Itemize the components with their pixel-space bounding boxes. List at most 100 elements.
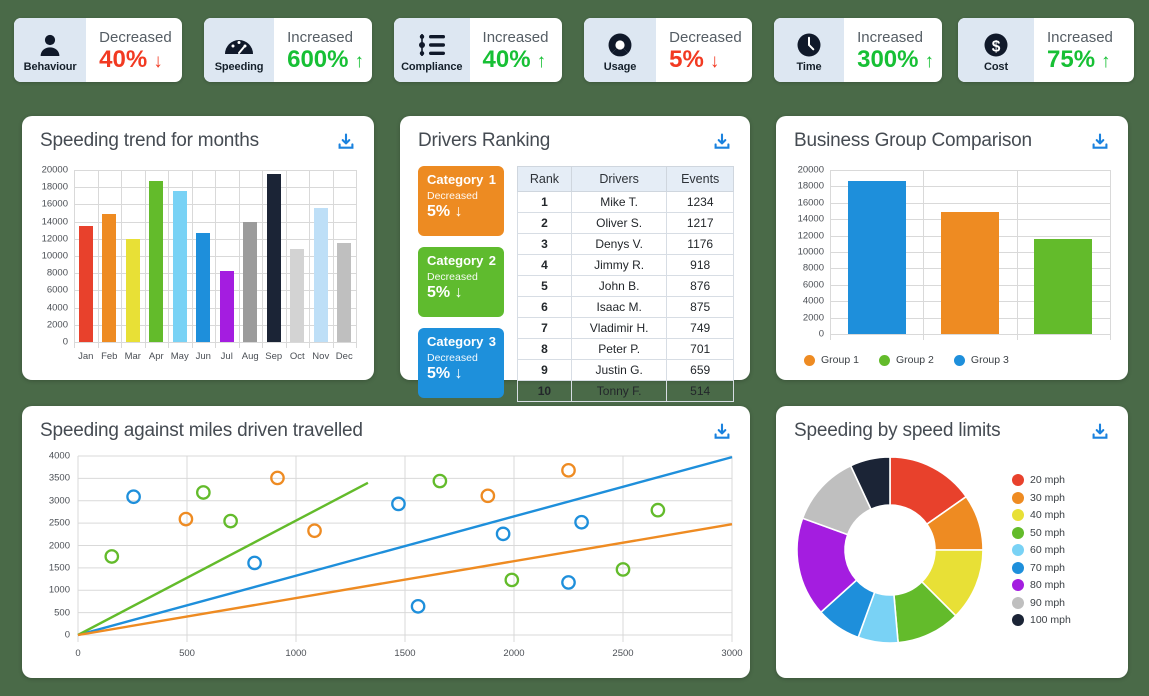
cell-driver: Oliver S. xyxy=(570,212,668,234)
legend-label: 80 mph xyxy=(1030,579,1066,591)
kpi-card-time[interactable]: Time Increased 300% ↑ xyxy=(774,18,942,82)
category-arrow-icon: ↓ xyxy=(454,284,463,301)
legend-item[interactable]: 40 mph xyxy=(1012,509,1071,521)
bar xyxy=(313,208,328,342)
scatter-point: Series green: (2660, 2790) xyxy=(650,502,666,518)
legend-color-swatch xyxy=(1012,491,1024,504)
cell-driver: John B. xyxy=(570,275,668,297)
category-badge[interactable]: Category 3 Decreased 5% ↓ xyxy=(418,328,504,398)
category-badge[interactable]: Category 2 Decreased 5% ↓ xyxy=(418,247,504,317)
bar xyxy=(125,239,140,342)
table-row[interactable]: 8 Peter P. 701 xyxy=(517,338,734,360)
piechart-icon xyxy=(607,31,633,59)
kpi-card-usage[interactable]: Usage Decreased 5% ↓ xyxy=(584,18,752,82)
y-axis-tick: 6000 xyxy=(46,284,68,296)
table-row[interactable]: 2 Oliver S. 1217 xyxy=(517,212,734,234)
kpi-value-row: 40% ↑ xyxy=(483,46,548,73)
scatter-point: Series green: (575, 3185) xyxy=(196,485,211,500)
legend-item[interactable]: 30 mph xyxy=(1012,491,1071,504)
scatter-point: Series blue: (1470, 2930) xyxy=(391,496,406,512)
y-axis-tick: 16000 xyxy=(797,197,824,209)
scatter-point: Series green: (1660, 3440) xyxy=(432,473,448,489)
table-row[interactable]: 7 Vladimir H. 749 xyxy=(517,317,734,339)
gridline xyxy=(215,170,216,348)
legend-item[interactable]: 60 mph xyxy=(1012,544,1071,556)
legend-color-swatch xyxy=(1012,579,1024,591)
x-axis-tick: Sep xyxy=(265,351,283,362)
legend-item[interactable]: Group 3 xyxy=(953,354,1009,366)
y-axis-tick: 20000 xyxy=(797,164,824,176)
legend-item[interactable]: 80 mph xyxy=(1012,579,1071,591)
cell-events: 701 xyxy=(666,338,734,360)
legend-item[interactable]: 70 mph xyxy=(1012,561,1071,574)
clock-icon xyxy=(796,31,822,59)
legend-color-swatch xyxy=(953,354,965,366)
scatter-point: Series orange: (1085, 2330) xyxy=(307,523,322,539)
kpi-card-behaviour[interactable]: Behaviour Decreased 40% ↓ xyxy=(14,18,182,82)
y-axis-tick: 0 xyxy=(64,629,70,641)
legend-item[interactable]: 50 mph xyxy=(1012,526,1071,539)
download-icon[interactable] xyxy=(1088,130,1112,154)
y-axis-tick: 16000 xyxy=(41,198,68,210)
kpi-body: Decreased 40% ↓ xyxy=(86,18,182,82)
x-axis-tick: Jun xyxy=(195,351,211,362)
category-index: 3 xyxy=(488,334,496,349)
gridline xyxy=(168,170,169,348)
table-row[interactable]: 10 Tonny F. 514 xyxy=(517,380,734,402)
table-row[interactable]: 4 Jimmy R. 918 xyxy=(517,254,734,276)
kpi-trend-word: Increased xyxy=(482,28,549,46)
gridline xyxy=(121,170,122,348)
kpi-arrow-icon: ↑ xyxy=(536,50,547,72)
legend-item[interactable]: 90 mph xyxy=(1012,596,1071,609)
cell-rank: 9 xyxy=(517,359,572,381)
chart-legend: Group 1 Group 2 Group 3 xyxy=(776,348,1128,366)
download-icon[interactable] xyxy=(710,130,734,154)
table-row[interactable]: 1 Mike T. 1234 xyxy=(517,191,734,213)
category-trend-word: Decreased xyxy=(427,190,478,202)
table-row[interactable]: 3 Denys V. 1176 xyxy=(517,233,734,255)
kpi-card-speeding[interactable]: Speeding Increased 600% ↑ xyxy=(204,18,372,82)
legend-item[interactable]: 100 mph xyxy=(1012,614,1071,626)
kpi-card-compliance[interactable]: Compliance Increased 40% ↑ xyxy=(394,18,562,82)
cell-driver: Denys V. xyxy=(570,233,668,255)
table-row[interactable]: 9 Justin G. 659 xyxy=(517,359,734,381)
download-icon[interactable] xyxy=(1088,420,1112,444)
cell-rank: 5 xyxy=(517,275,572,297)
page-title: Drivers Ranking xyxy=(418,130,551,151)
chart-legend: 20 mph 30 mph 40 mph 50 mph 60 mph 70 mph 80 m… xyxy=(1012,474,1071,626)
gridline xyxy=(144,170,146,348)
kpi-trend-word: Decreased xyxy=(99,28,172,46)
axis-line xyxy=(830,170,831,340)
legend-item[interactable]: Group 1 xyxy=(804,354,859,366)
kpi-body: Decreased 5% ↓ xyxy=(656,18,752,82)
column-header[interactable]: Drivers xyxy=(570,166,668,192)
kpi-card-cost[interactable]: $ Cost Increased 75% ↑ xyxy=(958,18,1134,82)
x-axis-tick: Oct xyxy=(289,351,305,362)
table-row[interactable]: 6 Isaac M. 875 xyxy=(517,296,734,318)
cell-rank: 3 xyxy=(517,233,572,255)
legend-item[interactable]: Group 2 xyxy=(878,354,934,366)
gridline xyxy=(191,170,193,348)
kpi-arrow-icon: ↑ xyxy=(354,50,364,72)
legend-label: 60 mph xyxy=(1030,544,1066,556)
category-badge[interactable]: Category 1 Decreased 5% ↓ xyxy=(418,166,504,236)
column-header[interactable]: Rank xyxy=(517,166,572,192)
table-row[interactable]: 5 John B. 876 xyxy=(517,275,734,297)
bar xyxy=(78,225,93,342)
cell-rank: 7 xyxy=(517,317,572,339)
y-axis-tick: 8000 xyxy=(46,267,68,279)
cell-rank: 8 xyxy=(517,338,572,360)
legend-label: 30 mph xyxy=(1030,491,1066,504)
column-header[interactable]: Events xyxy=(666,166,734,192)
y-axis-tick: 18000 xyxy=(41,181,68,193)
kpi-trend-word: Increased xyxy=(287,28,353,46)
speeding-miles-panel: Speeding against miles driven travelled … xyxy=(22,406,750,678)
kpi-arrow-icon: ↓ xyxy=(709,50,720,72)
download-icon[interactable] xyxy=(334,130,358,154)
legend-item[interactable]: 20 mph xyxy=(1012,474,1071,486)
y-axis-tick: 1500 xyxy=(48,562,70,574)
y-axis-tick: 2000 xyxy=(48,540,70,551)
y-axis-tick: 14000 xyxy=(41,216,68,228)
download-icon[interactable] xyxy=(710,420,734,444)
cell-events: 1217 xyxy=(666,212,734,234)
